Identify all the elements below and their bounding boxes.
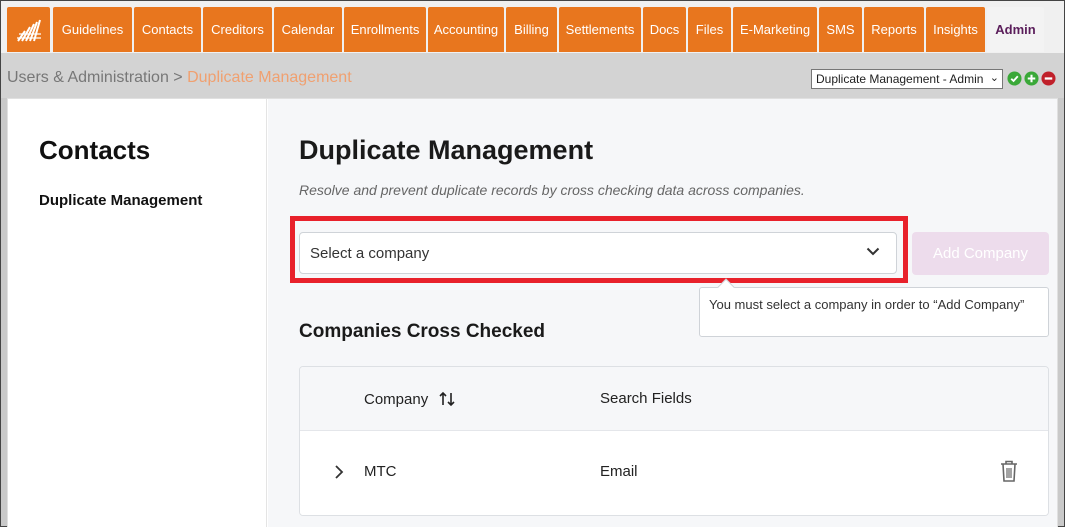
app-logo[interactable] — [7, 7, 50, 52]
tab-e-marketing[interactable]: E-Marketing — [733, 7, 817, 52]
column-header-search-fields: Search Fields — [600, 390, 692, 407]
chevron-down-icon — [866, 247, 880, 256]
column-header-company-label: Company — [364, 391, 429, 408]
tab-reports[interactable]: Reports — [864, 7, 924, 52]
content-card: Contacts Duplicate Management Duplicate … — [7, 98, 1058, 527]
view-select[interactable]: Duplicate Management - Admin ⌄ — [811, 69, 1003, 89]
breadcrumb: Users & Administration > Duplicate Manag… — [7, 69, 352, 87]
page-title: Duplicate Management — [299, 135, 594, 165]
tab-contacts[interactable]: Contacts — [134, 7, 201, 52]
chevron-right-icon[interactable] — [334, 464, 344, 480]
table-header: Company Search Fields — [300, 367, 1048, 431]
tab-files[interactable]: Files — [688, 7, 731, 52]
column-header-company[interactable]: Company — [364, 390, 456, 408]
add-company-button[interactable]: Add Company — [912, 232, 1049, 275]
check-circle-icon[interactable] — [1007, 71, 1022, 86]
tab-insights[interactable]: Insights — [926, 7, 985, 52]
cell-company: MTC — [364, 463, 397, 480]
sidebar: Contacts Duplicate Management — [8, 99, 267, 527]
sort-icon[interactable] — [438, 390, 456, 408]
sidebar-item-duplicate-management[interactable]: Duplicate Management — [39, 192, 202, 209]
main-panel: Duplicate Management Resolve and prevent… — [268, 99, 1057, 527]
section-title: Companies Cross Checked — [299, 321, 546, 342]
breadcrumb-parent[interactable]: Users & Administration — [7, 69, 169, 86]
tab-billing[interactable]: Billing — [506, 7, 557, 52]
company-select-placeholder: Select a company — [310, 244, 430, 262]
table-row: MTC Email — [300, 431, 1048, 515]
add-company-tooltip: You must select a company in order to “A… — [699, 278, 1049, 337]
tab-guidelines[interactable]: Guidelines — [53, 7, 132, 52]
tab-calendar[interactable]: Calendar — [274, 7, 342, 52]
tooltip-text: You must select a company in order to “A… — [709, 297, 1025, 312]
tab-sms[interactable]: SMS — [819, 7, 862, 52]
view-select-value: Duplicate Management - Admin — [816, 72, 984, 86]
breadcrumb-separator: > — [173, 69, 183, 86]
cell-search-fields: Email — [600, 463, 638, 480]
companies-table: Company Search Fields MTC Email — [299, 366, 1049, 516]
tab-admin[interactable]: Admin — [987, 7, 1044, 52]
tab-enrollments[interactable]: Enrollments — [344, 7, 426, 52]
logo-icon — [16, 19, 41, 42]
trash-icon[interactable] — [999, 459, 1019, 483]
add-circle-icon[interactable] — [1024, 71, 1039, 86]
tab-accounting[interactable]: Accounting — [428, 7, 504, 52]
page-description: Resolve and prevent duplicate records by… — [299, 182, 805, 198]
top-nav: Guidelines Contacts Creditors Calendar E… — [1, 1, 1064, 53]
breadcrumb-current: Duplicate Management — [187, 69, 352, 86]
remove-circle-icon[interactable] — [1041, 71, 1056, 86]
breadcrumb-bar: Users & Administration > Duplicate Manag… — [1, 53, 1064, 98]
chevron-down-icon: ⌄ — [989, 72, 999, 84]
tab-docs[interactable]: Docs — [643, 7, 686, 52]
sidebar-title: Contacts — [39, 135, 151, 165]
tab-settlements[interactable]: Settlements — [559, 7, 641, 52]
company-select[interactable]: Select a company — [299, 232, 897, 274]
tab-creditors[interactable]: Creditors — [203, 7, 272, 52]
